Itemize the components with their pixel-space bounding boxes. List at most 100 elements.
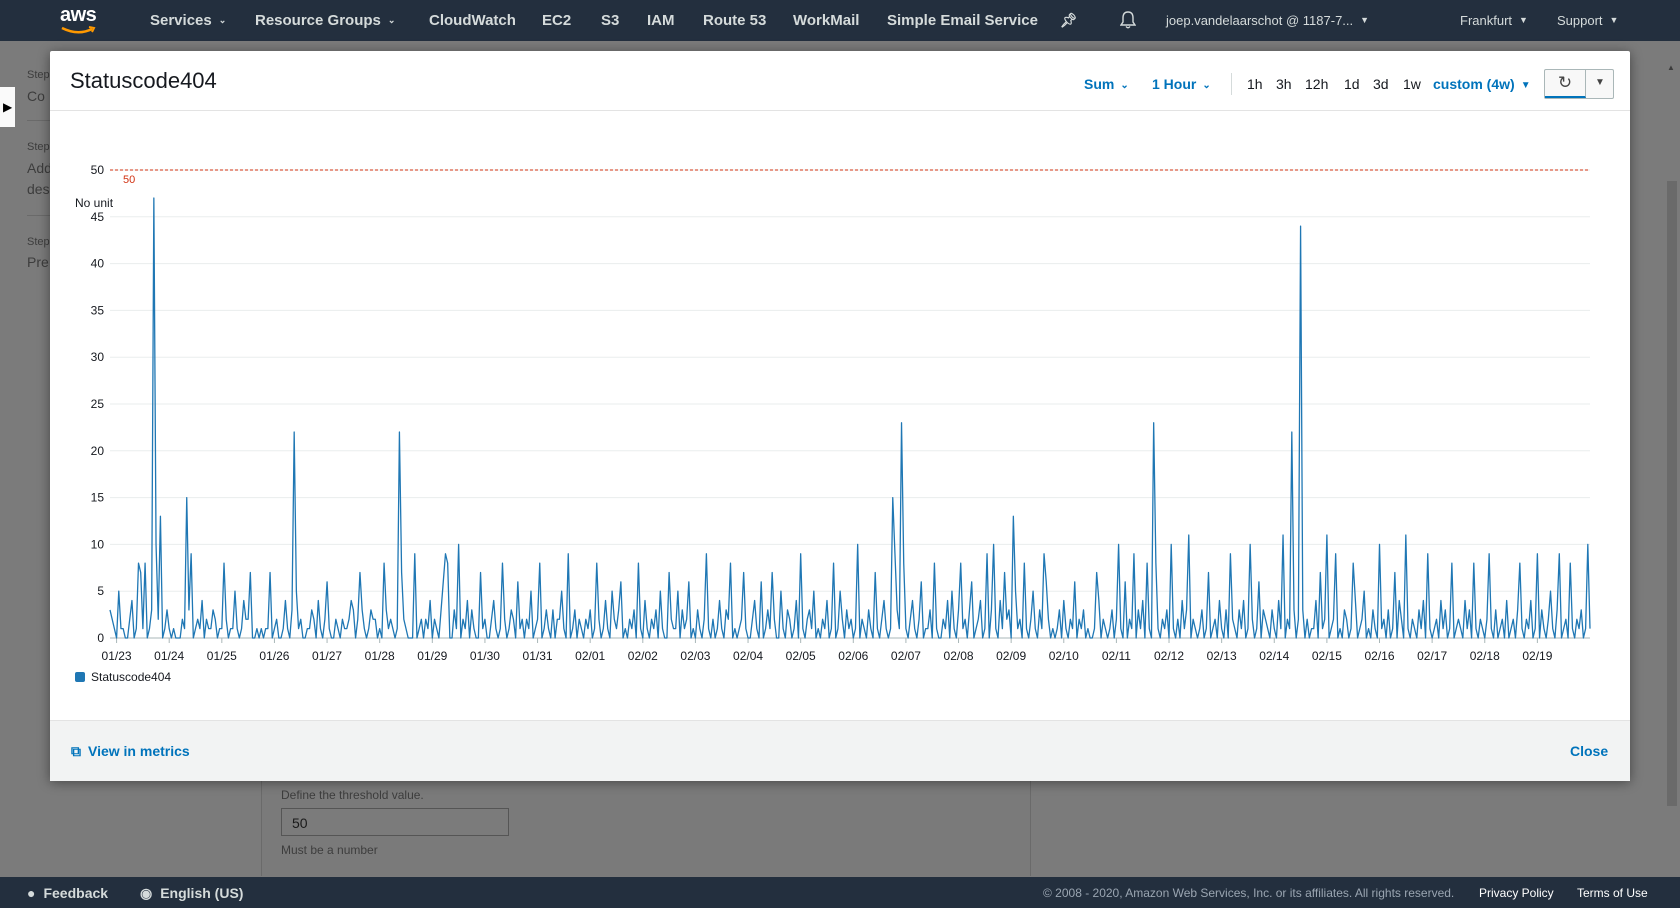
chart-grid xyxy=(110,169,1590,639)
notifications-bell-icon[interactable] xyxy=(1120,11,1136,29)
y-tick-label: 0 xyxy=(97,631,104,645)
x-tick-label: 02/14 xyxy=(1259,649,1289,663)
y-tick-label: 50 xyxy=(91,163,105,177)
step-title-2: Add xyxy=(27,160,52,176)
x-tick-label: 02/15 xyxy=(1312,649,1342,663)
y-tick-label: 40 xyxy=(91,257,105,271)
aws-logo[interactable]: aws xyxy=(60,4,104,36)
x-tick-label: 01/29 xyxy=(417,649,447,663)
y-tick-label: 20 xyxy=(91,444,105,458)
scroll-up-icon[interactable]: ▲ xyxy=(1667,63,1675,72)
x-tick-label: 01/25 xyxy=(207,649,237,663)
x-tick-label: 02/03 xyxy=(680,649,710,663)
aws-logo-text: aws xyxy=(60,4,97,26)
nav-ec2[interactable]: EC2 xyxy=(542,12,571,29)
top-navigation-bar: aws Services ⌄ Resource Groups ⌄ CloudWatc… xyxy=(0,0,1680,41)
refresh-options-caret-icon[interactable]: ▼ xyxy=(1587,70,1613,98)
caret-right-icon: ▶ xyxy=(3,100,13,114)
nav-simple-email-service[interactable]: Simple Email Service xyxy=(887,12,1038,29)
nav-iam[interactable]: IAM xyxy=(647,12,675,29)
modal-title: Statuscode404 xyxy=(70,68,217,93)
refresh-button-group: ↻ ▼ xyxy=(1544,69,1614,99)
x-tick-label: 01/28 xyxy=(365,649,395,663)
terms-of-use-link[interactable]: Terms of Use xyxy=(1577,886,1648,900)
y-tick-label: 15 xyxy=(91,491,105,505)
x-tick-label: 02/12 xyxy=(1154,649,1184,663)
header-divider xyxy=(1231,73,1232,95)
close-button[interactable]: Close xyxy=(1570,743,1608,759)
view-in-metrics-link[interactable]: ⧉ View in metrics xyxy=(71,743,190,760)
x-tick-label: 02/07 xyxy=(891,649,921,663)
x-tick-label: 02/02 xyxy=(628,649,658,663)
privacy-policy-link[interactable]: Privacy Policy xyxy=(1479,886,1554,900)
nav-s3[interactable]: S3 xyxy=(601,12,619,29)
nav-resource-groups[interactable]: Resource Groups ⌄ xyxy=(255,12,395,29)
x-tick-label: 01/26 xyxy=(259,649,289,663)
threshold-value-input[interactable]: 50 xyxy=(281,808,509,836)
y-tick-label: 10 xyxy=(91,537,105,551)
step-title-3: Pre xyxy=(27,254,49,270)
account-menu[interactable]: joep.vandelaarschot @ 1187-7... ▼ xyxy=(1166,13,1369,28)
nav-workmail[interactable]: WorkMail xyxy=(793,12,859,29)
range-3h[interactable]: 3h xyxy=(1276,76,1292,92)
y-tick-label: 25 xyxy=(91,397,105,411)
support-menu[interactable]: Support ▼ xyxy=(1557,13,1618,28)
sidebar-toggle[interactable]: ▶ xyxy=(0,87,15,127)
x-tick-label: 02/10 xyxy=(1049,649,1079,663)
chart-legend[interactable]: Statuscode404 xyxy=(75,670,171,684)
period-dropdown[interactable]: 1 Hour ⌄ xyxy=(1152,76,1211,92)
x-tick-label: 02/11 xyxy=(1102,649,1131,663)
step-divider xyxy=(27,120,50,121)
range-12h[interactable]: 12h xyxy=(1305,76,1328,92)
y-tick-label: 30 xyxy=(91,350,105,364)
legend-swatch xyxy=(75,672,85,682)
x-tick-label: 01/23 xyxy=(102,649,132,663)
x-tick-label: 02/08 xyxy=(944,649,974,663)
chevron-down-icon: ⌄ xyxy=(1202,80,1211,91)
nav-services[interactable]: Services ⌄ xyxy=(150,12,226,29)
feedback-link[interactable]: ● Feedback xyxy=(27,885,108,901)
range-1d[interactable]: 1d xyxy=(1344,76,1360,92)
nav-route53[interactable]: Route 53 xyxy=(703,12,766,29)
statistic-dropdown[interactable]: Sum ⌄ xyxy=(1084,76,1129,92)
x-tick-label: 02/16 xyxy=(1364,649,1394,663)
step-label-1: Step xyxy=(27,69,50,81)
globe-icon: ◉ xyxy=(140,885,153,901)
aws-smile-icon xyxy=(61,26,96,34)
threshold-annotation: 50 xyxy=(110,169,1590,186)
caret-down-icon: ▼ xyxy=(1520,80,1531,91)
scrollbar-thumb[interactable] xyxy=(1667,181,1677,806)
page-scrollbar[interactable]: ▲ xyxy=(1664,41,1680,877)
x-tick-label: 02/17 xyxy=(1417,649,1447,663)
range-1w[interactable]: 1w xyxy=(1403,76,1421,92)
step-title-1: Co xyxy=(27,88,45,104)
step-desc-2: des xyxy=(27,181,50,197)
x-tick-label: 02/18 xyxy=(1470,649,1500,663)
modal-header: Statuscode404 Sum ⌄ 1 Hour ⌄ 1h 3h 12h 1d … xyxy=(50,51,1630,111)
x-tick-label: 01/30 xyxy=(470,649,500,663)
metric-chart: No unit 0 5 10 15 20 25 30 35 40 45 50 01/23 01/24 01/… xyxy=(75,163,1591,684)
x-tick-label: 02/09 xyxy=(996,649,1026,663)
x-tick-label: 02/01 xyxy=(575,649,605,663)
refresh-icon[interactable]: ↻ xyxy=(1545,70,1586,98)
step-label-3: Step xyxy=(27,236,50,248)
custom-range-dropdown[interactable]: custom (4w) ▼ xyxy=(1433,76,1531,92)
y-tick-label: 35 xyxy=(91,303,105,317)
range-3d[interactable]: 3d xyxy=(1373,76,1389,92)
threshold-hint: Must be a number xyxy=(281,843,378,857)
y-axis-label: No unit xyxy=(75,196,114,210)
region-menu[interactable]: Frankfurt ▼ xyxy=(1460,13,1528,28)
metric-graph-modal: Statuscode404 Sum ⌄ 1 Hour ⌄ 1h 3h 12h 1d … xyxy=(50,51,1630,781)
step-divider xyxy=(27,215,50,216)
step-label-2: Step xyxy=(27,141,50,153)
nav-cloudwatch[interactable]: CloudWatch xyxy=(429,12,516,29)
copyright-text: © 2008 - 2020, Amazon Web Services, Inc.… xyxy=(1043,886,1455,900)
x-tick-label: 02/13 xyxy=(1207,649,1237,663)
language-selector[interactable]: ◉ English (US) xyxy=(140,885,243,902)
pin-icon[interactable]: 📌︎ xyxy=(1060,12,1078,29)
range-1h[interactable]: 1h xyxy=(1247,76,1263,92)
x-tick-label: 02/05 xyxy=(786,649,816,663)
page-footer: ● Feedback ◉ English (US) © 2008 - 2020, A… xyxy=(0,877,1680,908)
chat-bubble-icon: ● xyxy=(27,885,36,901)
legend-label: Statuscode404 xyxy=(91,670,171,684)
